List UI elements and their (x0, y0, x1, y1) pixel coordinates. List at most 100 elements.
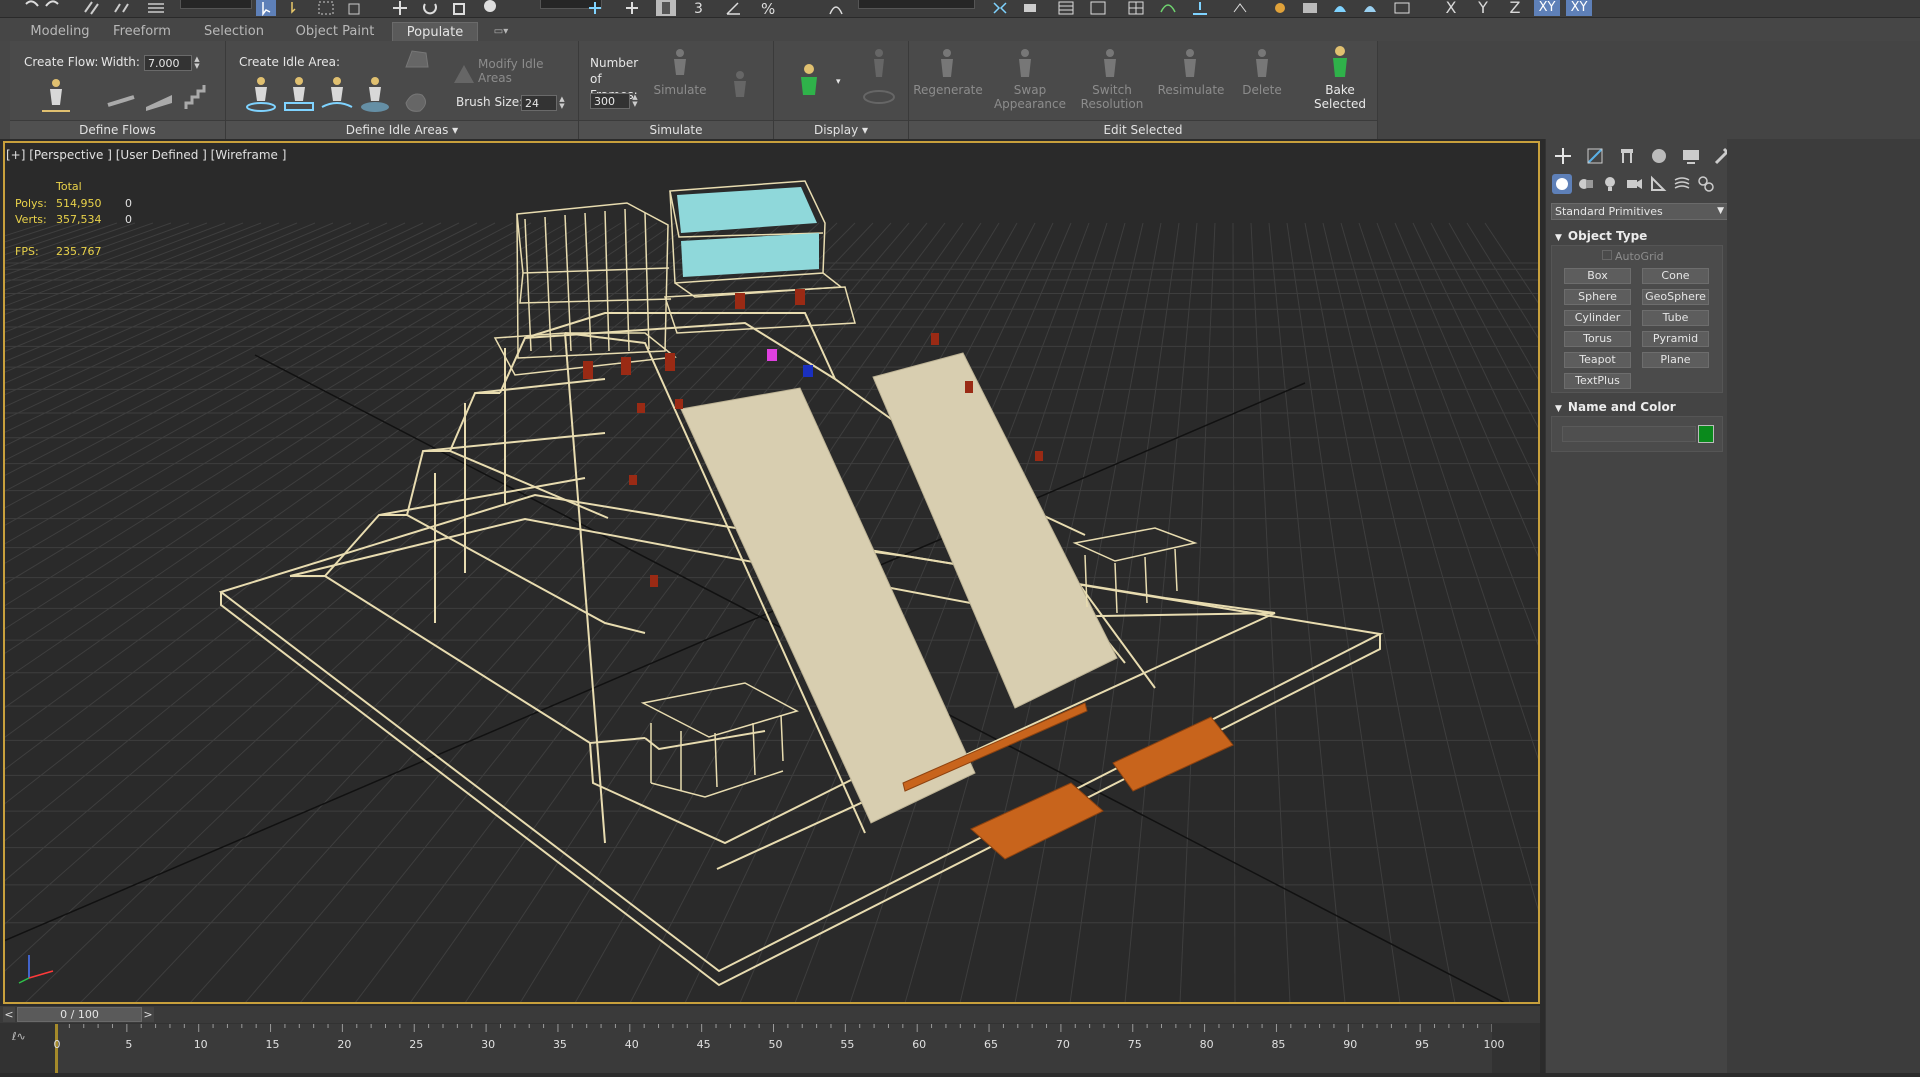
hierarchy-tab-icon[interactable] (1616, 145, 1638, 167)
sphere-button[interactable]: Sphere (1564, 289, 1631, 305)
delete-button[interactable]: Delete (1227, 83, 1297, 97)
delete-icon[interactable] (1247, 47, 1277, 79)
number-of-frames-spinner[interactable]: 300 ▲ ▼ (590, 93, 638, 109)
name-color-rollout-header[interactable]: ▼ Name and Color (1551, 399, 1723, 416)
select-by-name-icon[interactable] (286, 0, 306, 16)
teapot-button[interactable]: Teapot (1564, 352, 1631, 368)
axis-x-button[interactable]: X (1438, 0, 1464, 16)
tab-freeform[interactable]: Freeform (104, 22, 180, 41)
schematic-view-icon[interactable] (1190, 0, 1210, 16)
perspective-viewport[interactable] (3, 141, 1540, 1004)
selection-filter-dropdown[interactable] (180, 0, 252, 9)
modify-idle-areas-icon[interactable] (450, 61, 478, 87)
prev-frame-button[interactable]: < (3, 1007, 15, 1022)
simulate-button[interactable]: Simulate (645, 83, 715, 97)
idle-area-blob-icon[interactable] (402, 89, 432, 115)
box-button[interactable]: Box (1564, 268, 1631, 284)
next-frame-button[interactable]: > (142, 1007, 154, 1022)
bind-spacewarp-icon[interactable] (146, 0, 166, 16)
unlink-icon[interactable] (112, 0, 132, 16)
bake-selected-button[interactable]: Bake Selected (1303, 83, 1377, 111)
primitive-type-dropdown[interactable]: Standard Primitives ▼ (1551, 203, 1729, 220)
window-crossing-icon[interactable] (346, 0, 366, 16)
move-icon[interactable] (390, 0, 410, 16)
align-icon[interactable] (1020, 0, 1040, 16)
axis-z-button[interactable]: Z (1502, 0, 1528, 16)
axis-xy-button[interactable]: XY (1534, 0, 1560, 16)
place-icon[interactable] (480, 0, 500, 16)
switch-resolution-button[interactable]: Switch Resolution (1075, 83, 1149, 111)
shapes-category-icon[interactable] (1576, 174, 1596, 194)
swap-appearance-icon[interactable] (1013, 47, 1043, 79)
edit-named-selection-icon[interactable] (826, 0, 846, 16)
axis-y-button[interactable]: Y (1470, 0, 1496, 16)
tab-object-paint[interactable]: Object Paint (290, 22, 380, 41)
curve-editor-mini-icon[interactable]: ℓ∿ (12, 1030, 26, 1043)
render-setup-icon[interactable] (1270, 0, 1290, 16)
percent-snap-icon[interactable]: % (758, 0, 778, 16)
scale-icon[interactable] (450, 0, 470, 16)
object-type-rollout-header[interactable]: ▼ Object Type (1551, 228, 1723, 245)
rect-selection-icon[interactable] (316, 0, 336, 16)
scene-explorer-icon[interactable] (1088, 0, 1108, 16)
brush-size-spinner[interactable]: 24 ▲ ▼ (521, 95, 565, 111)
named-selection-dropdown[interactable] (858, 0, 975, 9)
define-idle-areas-title[interactable]: Define Idle Areas ▾ (226, 120, 578, 139)
open-explorer-icon[interactable] (1392, 0, 1412, 16)
display-people-icon[interactable] (796, 63, 822, 101)
idle-area-polygon-icon[interactable] (402, 47, 432, 73)
material-editor-icon[interactable] (1230, 0, 1250, 16)
cameras-category-icon[interactable] (1624, 174, 1644, 194)
create-tab-icon[interactable] (1552, 145, 1574, 167)
cylinder-button[interactable]: Cylinder (1564, 310, 1631, 326)
mirror-icon[interactable] (990, 0, 1010, 16)
switch-resolution-icon[interactable] (1095, 47, 1125, 79)
keyboard-shortcut-icon[interactable] (656, 0, 676, 16)
display-tab-icon[interactable] (1680, 145, 1702, 167)
geosphere-button[interactable]: GeoSphere (1642, 289, 1709, 305)
graphite-toggle-icon[interactable] (1126, 0, 1146, 16)
viewport-label[interactable]: [+] [Perspective ] [User Defined ] [Wire… (6, 148, 286, 162)
bake-selected-icon[interactable] (1325, 45, 1355, 81)
systems-category-icon[interactable] (1696, 174, 1716, 194)
swap-appearance-button[interactable]: Swap Appearance (993, 83, 1067, 111)
tab-populate[interactable]: Populate (392, 22, 478, 42)
simulate-icon[interactable] (665, 47, 695, 77)
display-people-dropdown[interactable]: ▾ (836, 77, 841, 87)
flow-ramp-icon[interactable] (144, 83, 174, 111)
regenerate-button[interactable]: Regenerate (910, 83, 986, 97)
lights-category-icon[interactable] (1600, 174, 1620, 194)
flow-segment-icon[interactable] (106, 83, 136, 111)
flow-stairs-icon[interactable] (182, 83, 212, 111)
idle-area-paint-icon[interactable] (358, 75, 392, 113)
angle-snap-icon[interactable] (724, 0, 744, 16)
object-name-input[interactable] (1562, 426, 1696, 442)
spacewarps-category-icon[interactable] (1672, 174, 1692, 194)
pyramid-button[interactable]: Pyramid (1642, 331, 1709, 347)
textplus-button[interactable]: TextPlus (1564, 373, 1631, 389)
select-manipulate-icon[interactable] (622, 0, 642, 16)
idle-area-circle-icon[interactable] (244, 75, 278, 113)
tube-button[interactable]: Tube (1642, 310, 1709, 326)
cone-button[interactable]: Cone (1642, 268, 1709, 284)
simulate-step-icon[interactable] (725, 69, 755, 99)
modify-tab-icon[interactable] (1584, 145, 1606, 167)
snap-3d-icon[interactable]: 3 (690, 0, 710, 16)
link-icon[interactable] (82, 0, 102, 16)
create-flow-icon[interactable] (36, 75, 76, 115)
object-color-swatch[interactable] (1698, 425, 1714, 443)
select-object-icon[interactable] (256, 0, 276, 16)
idle-area-free-icon[interactable] (320, 75, 354, 113)
tab-modeling[interactable]: Modeling (22, 22, 98, 41)
pivot-center-icon[interactable] (585, 0, 605, 16)
curve-editor-icon[interactable] (1158, 0, 1178, 16)
axis-xy-cycle-button[interactable]: XY (1566, 0, 1592, 16)
torus-button[interactable]: Torus (1564, 331, 1631, 347)
resimulate-icon[interactable] (1175, 47, 1205, 79)
width-spinner[interactable]: 7.000 ▲ ▼ (144, 55, 200, 71)
rotate-icon[interactable] (420, 0, 440, 16)
display-title[interactable]: Display ▾ (774, 120, 908, 139)
render-production-icon[interactable] (1330, 0, 1350, 16)
time-slider[interactable]: 0 / 100 (17, 1007, 142, 1022)
helpers-category-icon[interactable] (1648, 174, 1668, 194)
